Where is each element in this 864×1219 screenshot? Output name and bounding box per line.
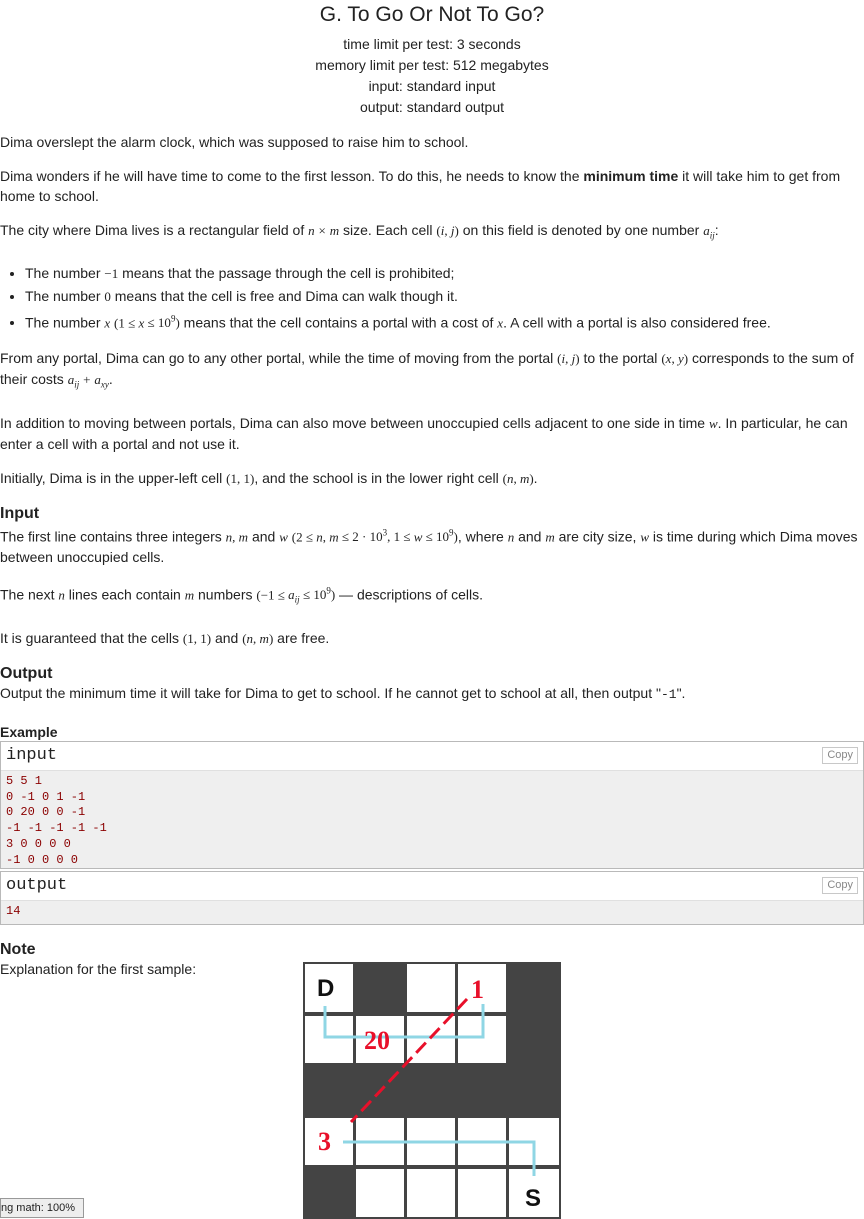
time-limit: time limit per test: 3 seconds	[343, 36, 521, 52]
portal-cost-label: 1	[471, 975, 484, 1004]
grid-cell-free	[407, 1169, 455, 1217]
statement-paragraph: In addition to moving between portals, D…	[0, 414, 848, 452]
sample-input-box: input Copy 5 5 1 0 -1 0 1 -1 0 20 0 0 -1…	[0, 740, 864, 869]
grid-cell-free	[407, 964, 455, 1012]
statement-paragraph: Dima wonders if he will have time to com…	[0, 168, 841, 204]
problem-header: G. To Go Or Not To Go? time limit per te…	[0, 0, 864, 118]
copy-output-button[interactable]: Copy	[822, 876, 858, 894]
statement-paragraph: The city where Dima lives is a rectangul…	[0, 222, 719, 241]
school-label: S	[525, 1185, 541, 1212]
note-title: Note	[0, 940, 36, 958]
start-label: D	[317, 975, 334, 1002]
grid-cell-free	[458, 1169, 506, 1217]
sample-input-text: 5 5 1 0 -1 0 1 -1 0 20 0 0 -1 -1 -1 -1 -…	[1, 770, 863, 868]
grid-cell-free	[407, 1016, 455, 1063]
sample-explanation-figure: D S 1 20 3	[303, 962, 561, 1219]
statement-paragraph: From any portal, Dima can go to any othe…	[0, 349, 854, 390]
sample-input-label: input	[6, 745, 58, 765]
portal-cost-label: 3	[318, 1127, 331, 1156]
list-item: The number x (1 ≤ x ≤ 109) means that th…	[25, 308, 864, 334]
memory-limit: memory limit per test: 512 megabytes	[315, 57, 549, 73]
statement-paragraph: Initially, Dima is in the upper-left cel…	[0, 469, 538, 486]
sample-output-text: 14	[1, 900, 863, 924]
input-spec: input: standard input	[368, 78, 496, 94]
sample-output-label: output	[6, 875, 68, 895]
output-paragraph: Output the minimum time it will take for…	[0, 684, 686, 702]
input-paragraph: It is guaranteed that the cells (1, 1) a…	[0, 629, 330, 646]
input-paragraph: The next n lines each contain m numbers …	[0, 585, 484, 605]
input-section: Input The first line contains three inte…	[0, 505, 864, 649]
grid-cell-free	[305, 1016, 353, 1063]
output-spec: output: standard output	[360, 99, 504, 115]
math-zoom-indicator: ng math: 100%	[0, 1198, 84, 1218]
example-section: Example input Copy 5 5 1 0 -1 0 1 -1 0 2…	[0, 723, 864, 925]
cell-rules-list: The number −1 means that the passage thr…	[0, 262, 864, 334]
example-title: Example	[0, 723, 58, 740]
output-section-title: Output	[0, 664, 53, 682]
input-section-title: Input	[0, 504, 40, 522]
input-paragraph: The first line contains three integers n…	[0, 527, 858, 565]
problem-statement: Dima overslept the alarm clock, which wa…	[0, 132, 864, 489]
list-item: The number 0 means that the cell is free…	[25, 285, 864, 308]
list-item: The number −1 means that the passage thr…	[25, 262, 864, 285]
problem-title: G. To Go Or Not To Go?	[319, 3, 545, 26]
sample-output-box: output Copy 14	[0, 870, 864, 925]
grid-cell-free	[356, 1169, 404, 1217]
output-section: Output Output the minimum time it will t…	[0, 665, 864, 705]
copy-input-button[interactable]: Copy	[822, 746, 858, 764]
portal-cost-label: 20	[364, 1026, 390, 1055]
statement-paragraph: Dima overslept the alarm clock, which wa…	[0, 134, 469, 150]
